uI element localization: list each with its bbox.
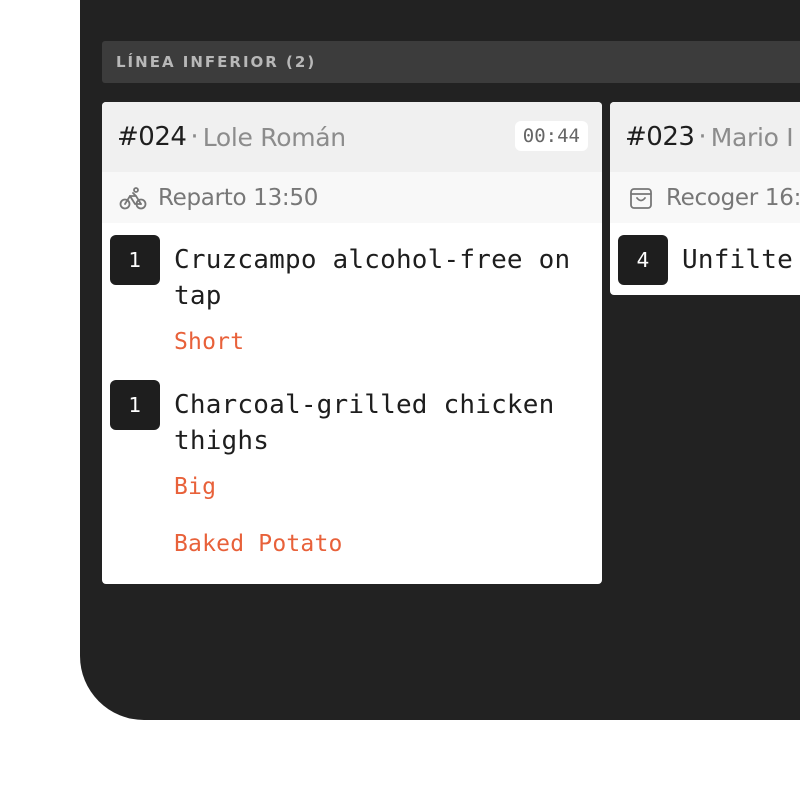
order-item[interactable]: 4 Unfilte bbox=[610, 235, 800, 285]
elapsed-timer: 00:44 bbox=[514, 121, 588, 151]
separator: · bbox=[190, 122, 199, 152]
quantity-badge: 1 bbox=[110, 235, 160, 285]
ticket-header: #023 · Mario I bbox=[610, 102, 800, 172]
order-ticket[interactable]: #024 · Lole Román 00:44 Reparto 13:50 1 … bbox=[102, 102, 602, 584]
service-time: Reparto 13:50 bbox=[158, 184, 319, 211]
item-modifier: Baked Potato bbox=[174, 531, 343, 557]
customer-name: Mario I bbox=[710, 122, 794, 152]
customer-name: Lole Román bbox=[202, 122, 346, 152]
section-header: LÍNEA INFERIOR (2) bbox=[102, 41, 800, 83]
service-info: Recoger 16:1 bbox=[610, 172, 800, 223]
item-name: Unfilte bbox=[682, 245, 793, 275]
service-time: Recoger 16:1 bbox=[666, 184, 800, 211]
order-number: #024 bbox=[117, 122, 187, 152]
order-item[interactable]: 1 Charcoal-grilled chicken thighs Big Ba… bbox=[102, 380, 602, 557]
ticket-header: #024 · Lole Román 00:44 bbox=[102, 102, 602, 172]
order-item[interactable]: 1 Cruzcampo alcohol-free on tap Short bbox=[102, 235, 602, 355]
item-modifier: Big bbox=[174, 474, 217, 500]
order-number: #023 bbox=[625, 122, 695, 152]
separator: · bbox=[698, 122, 707, 152]
kitchen-display-screen: LÍNEA INFERIOR (2) #024 · Lole Román 00:… bbox=[80, 0, 800, 720]
order-ticket[interactable]: #023 · Mario I Recoger 16:1 4 Unfilte bbox=[610, 102, 800, 295]
item-modifier: Short bbox=[174, 329, 245, 355]
quantity-badge: 4 bbox=[618, 235, 668, 285]
item-name: Charcoal-grilled chicken thighs bbox=[174, 390, 555, 456]
bicycle-delivery-icon bbox=[119, 184, 147, 212]
service-info: Reparto 13:50 bbox=[102, 172, 602, 223]
item-name: Cruzcampo alcohol-free on tap bbox=[174, 245, 571, 311]
shopping-bag-icon bbox=[627, 184, 655, 212]
quantity-badge: 1 bbox=[110, 380, 160, 430]
section-title: LÍNEA INFERIOR (2) bbox=[116, 53, 317, 71]
